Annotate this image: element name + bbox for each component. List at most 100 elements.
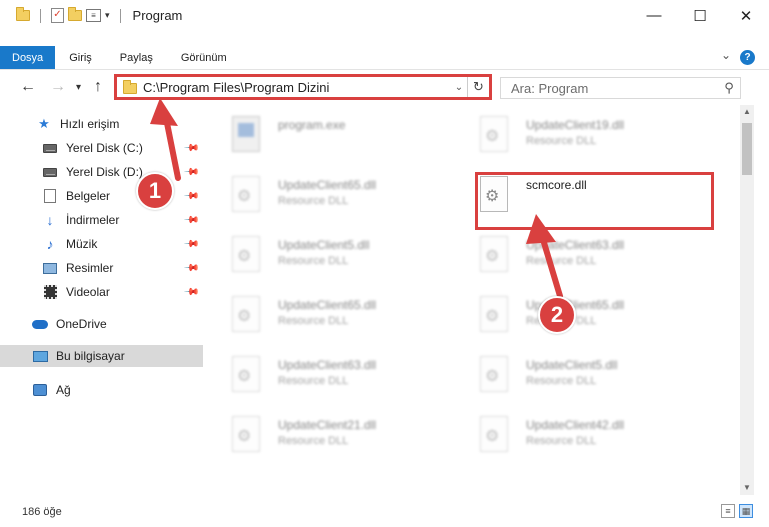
- navigation-pane: ★ Hızlı erişim Yerel Disk (C:) 📌 Yerel D…: [0, 113, 204, 493]
- address-row: ← → ▾ ↑ C:\Program Files\Program Dizini …: [0, 72, 769, 104]
- file-type: Resource DLL: [278, 315, 349, 327]
- file-list: program.exe UpdateClient19.dll Resource …: [204, 104, 740, 494]
- file-item[interactable]: UpdateClient42.dll Resource DLL: [452, 408, 682, 460]
- details-view-icon[interactable]: ≡: [721, 504, 735, 518]
- sidebar-item-pictures[interactable]: Resimler 📌: [0, 257, 203, 279]
- document-icon: [44, 189, 56, 203]
- sidebar-item-label: Resimler: [66, 261, 114, 275]
- window-title: Program: [132, 8, 183, 23]
- file-type: Resource DLL: [278, 255, 349, 267]
- file-item[interactable]: UpdateClient21.dll Resource DLL: [204, 408, 434, 460]
- pin-icon[interactable]: 📌: [182, 284, 199, 301]
- star-icon: ★: [38, 116, 50, 131]
- sidebar-item-quick-access[interactable]: ★ Hızlı erişim: [0, 113, 203, 135]
- sidebar-item-label: OneDrive: [56, 317, 107, 331]
- vertical-scrollbar[interactable]: ▲ ▼: [740, 105, 754, 495]
- expand-ribbon-icon[interactable]: ⌄: [721, 48, 731, 62]
- sidebar-item-local-disk-c[interactable]: Yerel Disk (C:) 📌: [0, 137, 203, 159]
- dll-file-icon: [232, 236, 260, 272]
- sidebar-item-label: Yerel Disk (C:): [66, 141, 143, 155]
- file-name: UpdateClient65.dll: [278, 298, 377, 312]
- pin-icon[interactable]: 📌: [182, 140, 199, 157]
- sidebar-item-network[interactable]: Ağ: [0, 379, 203, 401]
- address-dropdown-icon[interactable]: ⌄: [451, 82, 467, 93]
- forward-arrow-icon[interactable]: →: [50, 78, 66, 96]
- file-type: Resource DLL: [526, 435, 597, 447]
- file-item[interactable]: UpdateClient5.dll Resource DLL: [204, 228, 434, 280]
- checkmark-icon[interactable]: ✓: [51, 8, 64, 23]
- pictures-icon: [43, 262, 57, 274]
- pin-icon[interactable]: 📌: [182, 260, 199, 277]
- ribbon-tabs: Dosya Giriş Paylaş Görünüm ⌄ ?: [0, 46, 769, 70]
- music-icon: ♪: [46, 236, 54, 252]
- file-item[interactable]: program.exe: [204, 108, 434, 160]
- search-input[interactable]: [511, 80, 718, 96]
- file-item[interactable]: UpdateClient5.dll Resource DLL: [452, 348, 682, 400]
- sidebar-item-videos[interactable]: Videolar 📌: [0, 281, 203, 303]
- separator: [119, 8, 121, 23]
- up-arrow-icon[interactable]: ↑: [94, 78, 102, 96]
- dropdown-icon[interactable]: ▾: [105, 10, 110, 21]
- quick-access-toolbar: ✓ ≡ ▾ Program: [0, 0, 182, 31]
- address-path[interactable]: C:\Program Files\Program Dizini: [143, 80, 451, 95]
- pin-icon[interactable]: 📌: [182, 188, 199, 205]
- minimize-button[interactable]: —: [631, 0, 677, 31]
- file-item[interactable]: UpdateClient65.dll Resource DLL: [204, 288, 434, 340]
- file-item[interactable]: UpdateClient63.dll Resource DLL: [204, 348, 434, 400]
- scroll-down-icon[interactable]: ▼: [740, 481, 754, 495]
- file-name: UpdateClient21.dll: [278, 418, 377, 432]
- file-item[interactable]: UpdateClient63.dll Resource DLL: [452, 228, 682, 280]
- search-box[interactable]: ⚲: [500, 77, 741, 99]
- title-bar: ✓ ≡ ▾ Program — ☐ ✕: [0, 0, 769, 31]
- file-item[interactable]: UpdateClient19.dll Resource DLL: [452, 108, 682, 160]
- tiles-view-icon[interactable]: ▦: [739, 504, 753, 518]
- pin-icon[interactable]: 📌: [182, 236, 199, 253]
- recent-locations-icon[interactable]: ▾: [76, 82, 81, 93]
- folder-icon: [123, 80, 137, 94]
- sidebar-item-local-disk-d[interactable]: Yerel Disk (D:) 📌: [0, 161, 203, 183]
- sidebar-item-label: Yerel Disk (D:): [66, 165, 143, 179]
- address-bar[interactable]: C:\Program Files\Program Dizini ⌄ ↻: [114, 74, 492, 100]
- sidebar-item-onedrive[interactable]: OneDrive: [0, 313, 203, 335]
- maximize-button[interactable]: ☐: [677, 0, 723, 31]
- file-type: Resource DLL: [526, 255, 597, 267]
- help-icon[interactable]: ?: [740, 50, 755, 65]
- sidebar-item-label: Ağ: [56, 383, 71, 397]
- download-icon: ↓: [46, 212, 54, 228]
- new-folder-icon[interactable]: [68, 7, 82, 21]
- drive-icon: [43, 143, 57, 153]
- dll-file-icon: [480, 116, 508, 152]
- refresh-icon[interactable]: ↻: [467, 77, 489, 97]
- computer-icon: [32, 350, 48, 362]
- scroll-up-icon[interactable]: ▲: [740, 105, 754, 119]
- window-controls: — ☐ ✕: [631, 0, 769, 31]
- separator: [40, 8, 41, 23]
- search-icon[interactable]: ⚲: [718, 80, 740, 96]
- video-icon: [43, 285, 57, 299]
- tab-view[interactable]: Görünüm: [167, 46, 241, 69]
- file-name: UpdateClient5.dll: [526, 358, 618, 372]
- scroll-thumb[interactable]: [742, 123, 752, 175]
- sidebar-item-this-pc[interactable]: Bu bilgisayar: [0, 345, 203, 367]
- tab-file[interactable]: Dosya: [0, 46, 56, 69]
- folder-icon[interactable]: [16, 7, 30, 21]
- sidebar-item-downloads[interactable]: ↓ İndirmeler 📌: [0, 209, 203, 231]
- close-button[interactable]: ✕: [723, 0, 769, 31]
- dll-file-icon: [480, 296, 508, 332]
- file-name: UpdateClient65.dll: [278, 178, 377, 192]
- sidebar-item-label: Bu bilgisayar: [56, 349, 125, 363]
- pin-icon[interactable]: 📌: [182, 212, 199, 229]
- sidebar-item-music[interactable]: ♪ Müzik 📌: [0, 233, 203, 255]
- file-item[interactable]: UpdateClient65.dll Resource DLL: [204, 168, 434, 220]
- file-type: Resource DLL: [526, 135, 597, 147]
- status-bar: 186 öğe ≡ ▦: [0, 497, 769, 527]
- file-name: UpdateClient63.dll: [526, 238, 625, 252]
- tab-home[interactable]: Giriş: [55, 46, 106, 69]
- back-arrow-icon[interactable]: ←: [20, 78, 36, 96]
- application-icon: [232, 116, 260, 152]
- pin-icon[interactable]: 📌: [182, 164, 199, 181]
- file-type: Resource DLL: [278, 195, 349, 207]
- properties-icon[interactable]: ≡: [86, 9, 101, 22]
- dll-file-icon: [232, 416, 260, 452]
- tab-share[interactable]: Paylaş: [106, 46, 167, 69]
